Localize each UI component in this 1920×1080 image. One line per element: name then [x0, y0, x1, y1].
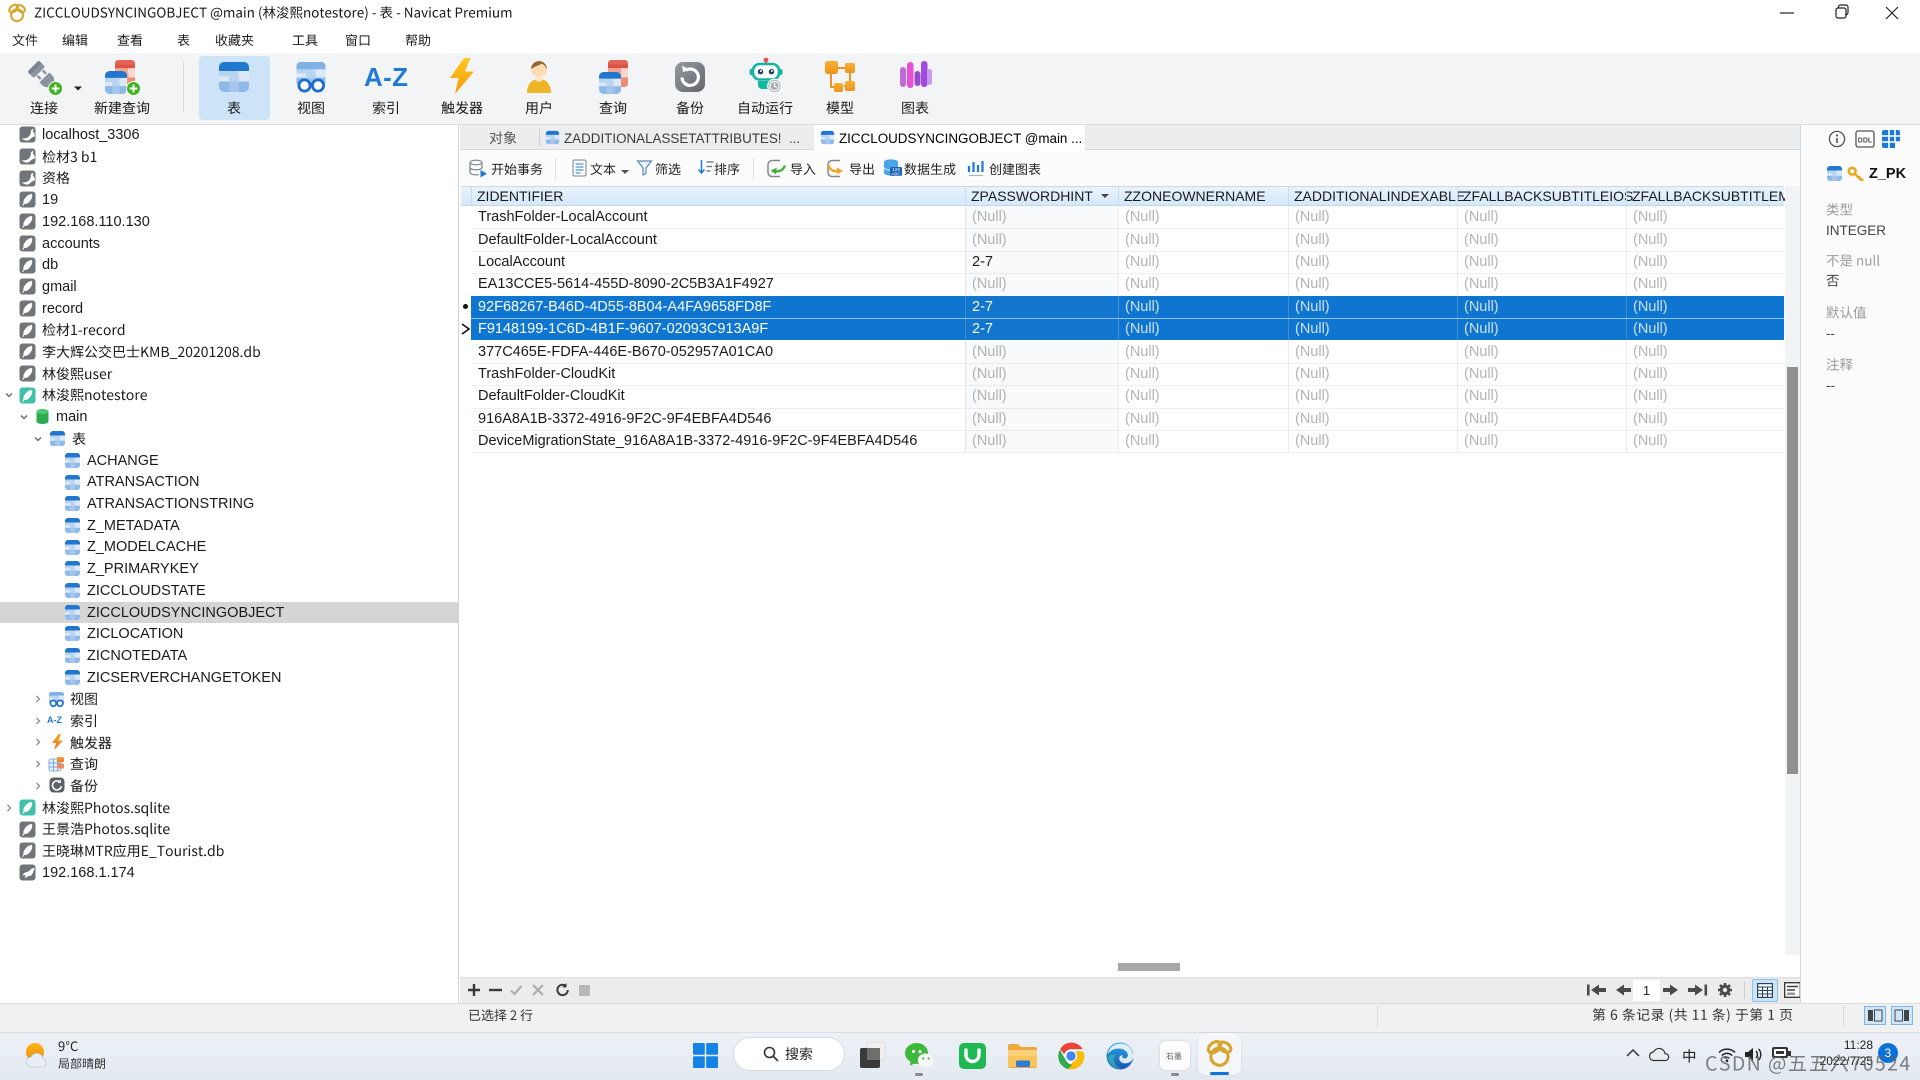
svg-text:ABC: ABC — [891, 171, 901, 176]
svg-text:A-Z: A-Z — [364, 62, 408, 92]
svg-text:DDL: DDL — [1858, 138, 1873, 145]
